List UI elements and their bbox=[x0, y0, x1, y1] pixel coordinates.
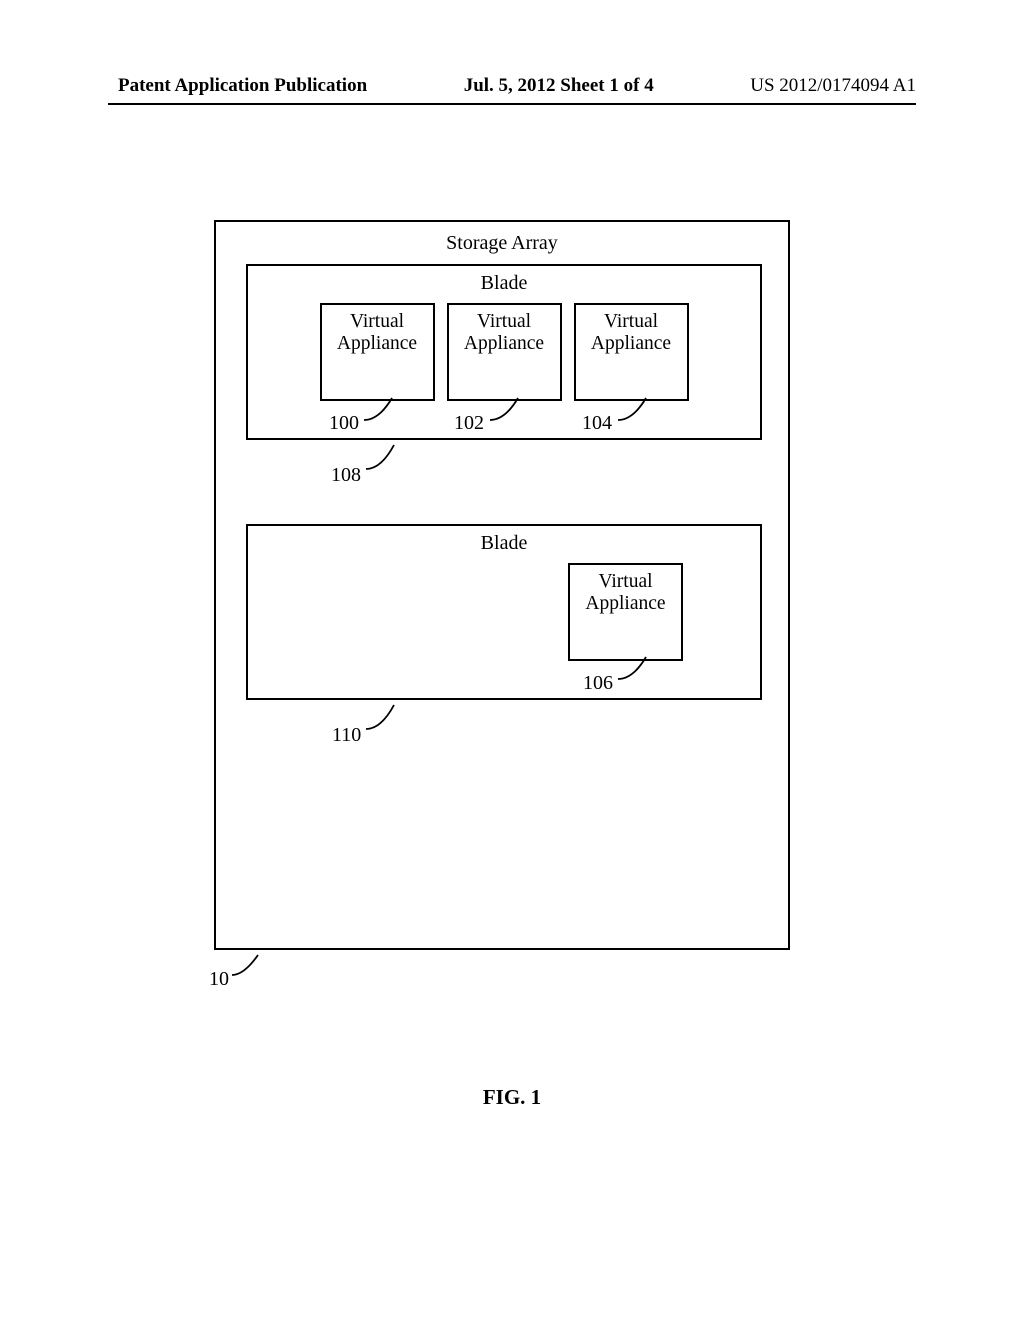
va-100: VirtualAppliance bbox=[320, 303, 435, 401]
blade-2: Blade VirtualAppliance bbox=[246, 524, 762, 700]
va-104: VirtualAppliance bbox=[574, 303, 689, 401]
lead-line-102 bbox=[490, 395, 530, 423]
ref-102: 102 bbox=[454, 412, 484, 435]
ref-108: 108 bbox=[331, 464, 361, 487]
blade-1-va-row: VirtualAppliance VirtualAppliance Virtua… bbox=[248, 303, 760, 401]
lead-line-106 bbox=[618, 654, 658, 682]
header-right: US 2012/0174094 A1 bbox=[750, 75, 916, 97]
va-106-label: VirtualAppliance bbox=[585, 571, 665, 614]
va-100-label: VirtualAppliance bbox=[337, 311, 417, 354]
diagram-area: Storage Array Blade VirtualAppliance Vir… bbox=[214, 220, 790, 950]
header-divider bbox=[108, 103, 916, 105]
page-header: Patent Application Publication Jul. 5, 2… bbox=[0, 75, 1024, 97]
va-106: VirtualAppliance bbox=[568, 563, 683, 661]
ref-106: 106 bbox=[583, 672, 613, 695]
figure-label: FIG. 1 bbox=[0, 1085, 1024, 1110]
ref-110: 110 bbox=[332, 724, 361, 747]
lead-line-10 bbox=[232, 952, 270, 978]
va-102: VirtualAppliance bbox=[447, 303, 562, 401]
ref-104: 104 bbox=[582, 412, 612, 435]
lead-line-100 bbox=[364, 395, 404, 423]
blade-2-title: Blade bbox=[248, 532, 760, 555]
lead-line-110 bbox=[366, 702, 406, 732]
ref-100: 100 bbox=[329, 412, 359, 435]
storage-array-box: Storage Array Blade VirtualAppliance Vir… bbox=[214, 220, 790, 950]
header-center: Jul. 5, 2012 Sheet 1 of 4 bbox=[464, 75, 654, 97]
storage-array-title: Storage Array bbox=[216, 232, 788, 255]
blade-1-title: Blade bbox=[248, 272, 760, 295]
va-102-label: VirtualAppliance bbox=[464, 311, 544, 354]
ref-10: 10 bbox=[209, 968, 229, 991]
lead-line-108 bbox=[366, 442, 406, 472]
va-104-label: VirtualAppliance bbox=[591, 311, 671, 354]
header-left: Patent Application Publication bbox=[118, 75, 367, 97]
blade-2-va-row: VirtualAppliance bbox=[248, 563, 760, 661]
lead-line-104 bbox=[618, 395, 658, 423]
